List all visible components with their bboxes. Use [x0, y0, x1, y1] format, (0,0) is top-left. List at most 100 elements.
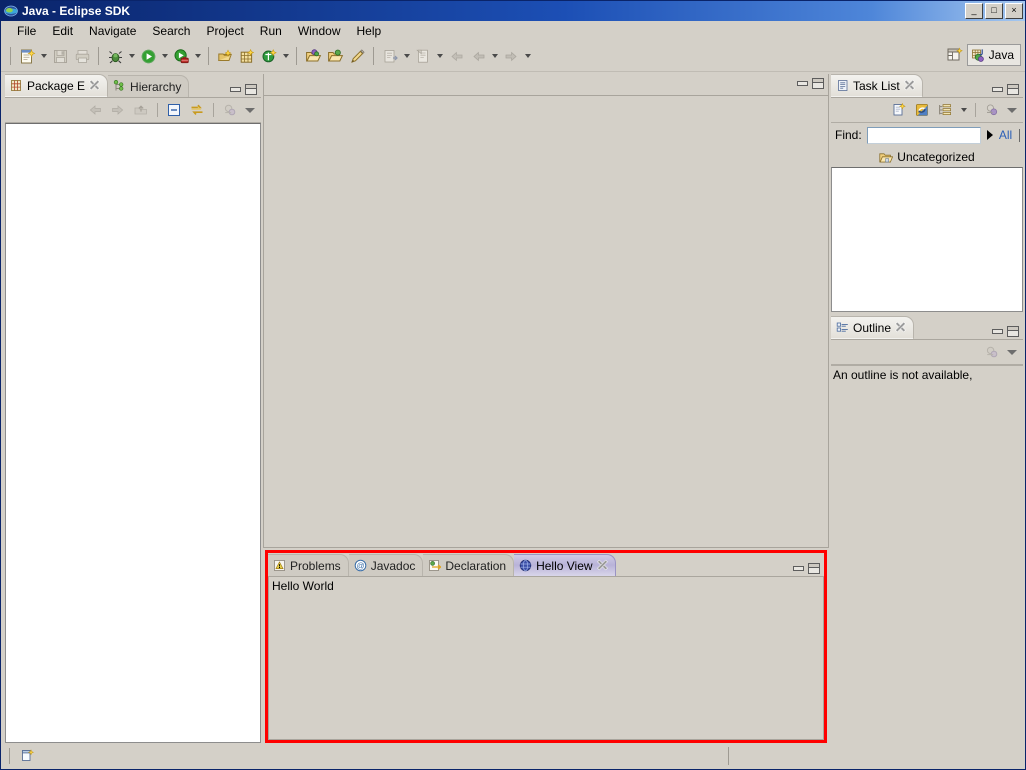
outline-icon — [836, 321, 849, 334]
menu-project[interactable]: Project — [198, 22, 251, 40]
tab-javadoc[interactable]: @ Javadoc — [348, 554, 424, 576]
hello-view-content[interactable]: Hello World — [268, 577, 824, 740]
menu-window[interactable]: Window — [290, 22, 349, 40]
external-tools-icon[interactable] — [170, 45, 192, 67]
open-type-icon[interactable] — [302, 45, 324, 67]
tab-declaration[interactable]: Declaration — [423, 554, 515, 576]
menu-search[interactable]: Search — [144, 22, 198, 40]
new-wizard-dropdown-arrow[interactable] — [38, 45, 49, 67]
maximize-icon[interactable] — [245, 84, 257, 95]
minimize-icon[interactable] — [229, 85, 241, 94]
maximize-icon[interactable] — [812, 78, 824, 89]
close-button[interactable]: × — [1005, 3, 1023, 19]
synchronize-changed-icon[interactable] — [912, 100, 932, 120]
close-icon[interactable] — [895, 322, 906, 333]
toolbar-separator — [296, 47, 297, 65]
up-icon[interactable] — [131, 100, 151, 120]
debug-dropdown-arrow[interactable] — [126, 45, 137, 67]
run-dropdown-arrow[interactable] — [159, 45, 170, 67]
menu-bar: File Edit Navigate Search Project Run Wi… — [1, 21, 1025, 41]
next-annotation-dropdown-arrow[interactable] — [401, 45, 412, 67]
new-wizard-icon[interactable] — [16, 45, 38, 67]
next-annotation-icon[interactable] — [379, 45, 401, 67]
categorize-icon[interactable] — [935, 100, 955, 120]
forward-icon[interactable] — [500, 45, 522, 67]
close-icon[interactable] — [89, 80, 100, 91]
search-icon[interactable] — [346, 45, 368, 67]
open-perspective-icon[interactable] — [943, 44, 967, 66]
perspective-java[interactable]: Java — [966, 44, 1021, 66]
menu-run[interactable]: Run — [252, 22, 290, 40]
minimize-icon[interactable] — [796, 79, 808, 88]
debug-icon[interactable] — [104, 45, 126, 67]
forward-icon[interactable] — [108, 100, 128, 120]
previous-dropdown-arrow[interactable] — [489, 45, 500, 67]
minimize-glyph: _ — [971, 5, 977, 15]
new-task-icon[interactable] — [889, 100, 909, 120]
editor-body[interactable] — [264, 96, 828, 547]
menu-help[interactable]: Help — [349, 22, 390, 40]
link-with-editor-icon[interactable] — [187, 100, 207, 120]
new-java-interface-dropdown-arrow[interactable] — [280, 45, 291, 67]
menu-navigate[interactable]: Navigate — [81, 22, 144, 40]
view-menu-icon[interactable] — [1005, 344, 1019, 360]
maximize-icon[interactable] — [1007, 326, 1019, 337]
open-task-icon[interactable] — [324, 45, 346, 67]
tab-package-explorer[interactable]: Package E — [5, 74, 109, 97]
tab-task-list[interactable]: Task List — [831, 74, 923, 97]
tab-hello-view[interactable]: Hello View — [514, 554, 616, 576]
save-icon[interactable] — [49, 45, 71, 67]
tab-hierarchy[interactable]: Hierarchy — [108, 75, 190, 97]
categorize-dropdown-arrow[interactable] — [958, 99, 969, 121]
tab-label: Package E — [27, 78, 86, 93]
java-perspective-icon — [971, 48, 986, 63]
close-icon[interactable] — [597, 560, 608, 571]
focus-on-active-task-icon[interactable] — [220, 100, 240, 120]
task-list-view: Task List Find: All Uncategorized — [831, 74, 1023, 312]
package-explorer-toolbar — [5, 98, 261, 123]
new-java-package-icon[interactable] — [214, 45, 236, 67]
menu-file[interactable]: File — [9, 22, 44, 40]
minimize-icon[interactable] — [792, 564, 804, 573]
maximize-button[interactable]: □ — [985, 3, 1003, 19]
hierarchy-icon — [113, 80, 126, 93]
minimize-icon[interactable] — [991, 327, 1003, 336]
back-icon[interactable] — [85, 100, 105, 120]
toolbar-separator — [208, 47, 209, 65]
find-scope-all[interactable]: All — [999, 128, 1012, 142]
last-edit-location-dropdown-arrow[interactable] — [434, 45, 445, 67]
run-icon[interactable] — [137, 45, 159, 67]
tab-outline[interactable]: Outline — [831, 316, 915, 339]
tab-label: Task List — [853, 78, 900, 93]
left-column: Package E Hierarchy — [5, 74, 261, 743]
problems-icon — [273, 559, 286, 572]
outline-content[interactable] — [831, 382, 1023, 743]
task-category-uncategorized[interactable]: Uncategorized — [831, 147, 1023, 167]
find-input[interactable] — [866, 126, 982, 144]
focus-on-workweek-icon[interactable] — [982, 100, 1002, 120]
view-menu-icon[interactable] — [243, 102, 257, 118]
new-java-interface-icon[interactable] — [258, 45, 280, 67]
new-java-class-icon[interactable] — [236, 45, 258, 67]
print-icon[interactable] — [71, 45, 93, 67]
maximize-icon[interactable] — [1007, 84, 1019, 95]
back-icon[interactable] — [445, 45, 467, 67]
package-explorer-tree[interactable] — [5, 123, 261, 743]
focus-on-active-task-icon[interactable] — [982, 342, 1002, 362]
tab-label: Outline — [853, 320, 892, 335]
task-list-items[interactable] — [831, 167, 1023, 312]
previous-icon[interactable] — [467, 45, 489, 67]
minimize-icon[interactable] — [991, 85, 1003, 94]
view-menu-icon[interactable] — [1005, 102, 1019, 118]
tab-problems[interactable]: Problems — [268, 554, 349, 576]
menu-edit[interactable]: Edit — [44, 22, 81, 40]
maximize-icon[interactable] — [808, 563, 820, 574]
last-edit-location-icon[interactable] — [412, 45, 434, 67]
minimize-button[interactable]: _ — [965, 3, 983, 19]
collapse-all-icon[interactable] — [164, 100, 184, 120]
forward-dropdown-arrow[interactable] — [522, 45, 533, 67]
find-scope-arrow-icon[interactable] — [986, 128, 994, 142]
package-explorer-view: Package E Hierarchy — [5, 74, 261, 743]
close-icon[interactable] — [904, 80, 915, 91]
external-tools-dropdown-arrow[interactable] — [192, 45, 203, 67]
